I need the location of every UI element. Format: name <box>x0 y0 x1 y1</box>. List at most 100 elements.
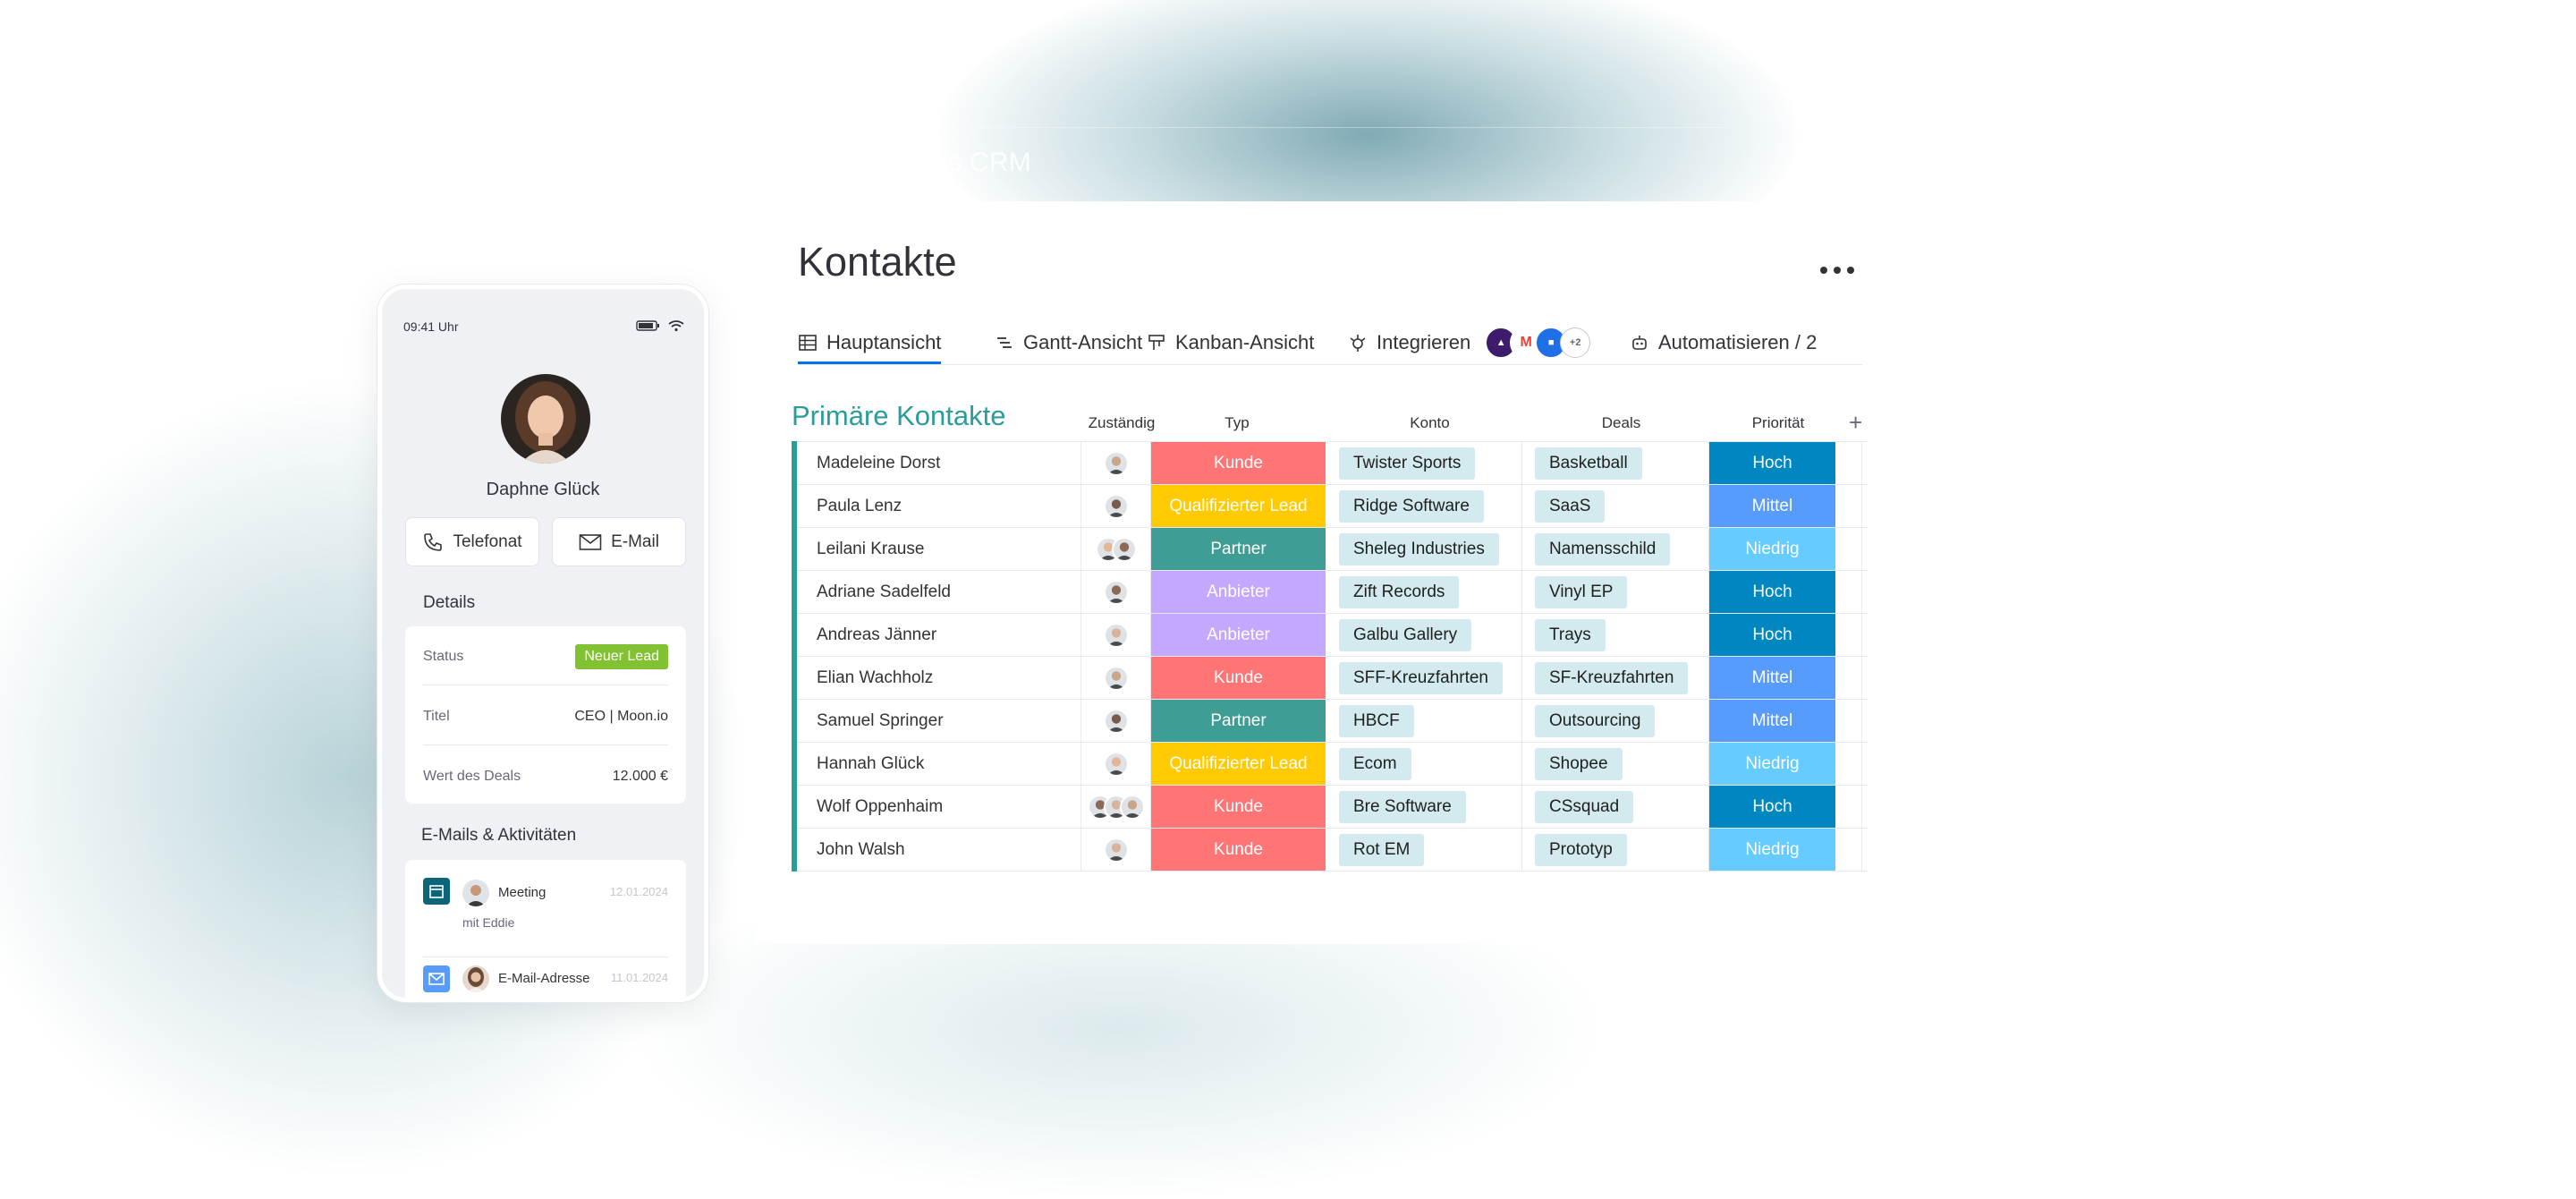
account-cell[interactable]: Zift Records <box>1326 571 1522 613</box>
deal-tag[interactable]: CSsquad <box>1535 790 1634 823</box>
deal-cell[interactable]: Vinyl EP <box>1522 571 1709 613</box>
contact-name-cell[interactable]: Paula Lenz <box>797 485 1081 527</box>
contact-name-cell[interactable]: Hannah Glück <box>797 743 1081 785</box>
tab-automatisieren[interactable]: Automatisieren / 2 <box>1630 325 1817 361</box>
account-tag[interactable]: Ridge Software <box>1339 489 1484 523</box>
contact-name-cell[interactable]: Samuel Springer <box>797 700 1081 742</box>
owner-cell[interactable] <box>1081 829 1151 871</box>
type-status-cell[interactable]: Partner <box>1151 700 1326 742</box>
tab-integrieren[interactable]: Integrieren ▲ M ■ +2 <box>1348 325 1591 361</box>
deal-cell[interactable]: Shopee <box>1522 743 1709 785</box>
deal-tag[interactable]: Outsourcing <box>1535 704 1656 737</box>
more-horizontal-icon[interactable] <box>1820 264 1860 276</box>
table-row[interactable]: Madeleine Dorst Kunde Twister Sports Basket… <box>797 441 1868 485</box>
deal-tag[interactable]: SaaS <box>1535 489 1606 523</box>
table-row[interactable]: Wolf Oppenhaim Kunde Bre Software CSsquad Ho… <box>797 786 1868 829</box>
account-tag[interactable]: Zift Records <box>1339 575 1460 608</box>
contact-name-cell[interactable]: Elian Wachholz <box>797 657 1081 699</box>
priority-status-cell[interactable]: Hoch <box>1709 614 1836 656</box>
account-tag[interactable]: SFF-Kreuzfahrten <box>1339 661 1503 694</box>
owner-cell[interactable] <box>1081 485 1151 527</box>
tab-kanban[interactable]: Kanban-Ansicht <box>1147 325 1314 361</box>
type-status-cell[interactable]: Kunde <box>1151 829 1326 871</box>
account-cell[interactable]: Rot EM <box>1326 829 1522 871</box>
deal-cell[interactable]: Basketball <box>1522 442 1709 484</box>
table-row[interactable]: Paula Lenz Qualifizierter Lead Ridge Softw… <box>797 485 1868 528</box>
contact-name-cell[interactable]: Leilani Krause <box>797 528 1081 570</box>
account-cell[interactable]: Ecom <box>1326 743 1522 785</box>
priority-status-cell[interactable]: Hoch <box>1709 571 1836 613</box>
owner-cell[interactable] <box>1081 528 1151 570</box>
status-badge[interactable]: Neuer Lead <box>575 644 668 669</box>
account-cell[interactable]: Ridge Software <box>1326 485 1522 527</box>
tab-gantt[interactable]: Gantt-Ansicht <box>995 325 1142 361</box>
contact-name-cell[interactable]: Andreas Jänner <box>797 614 1081 656</box>
account-tag[interactable]: Ecom <box>1339 747 1411 780</box>
type-status-cell[interactable]: Partner <box>1151 528 1326 570</box>
table-row[interactable]: Hannah Glück Qualifizierter Lead Ecom Shope… <box>797 743 1868 786</box>
deal-cell[interactable]: Prototyp <box>1522 829 1709 871</box>
owner-cell[interactable] <box>1081 786 1151 828</box>
account-cell[interactable]: Bre Software <box>1326 786 1522 828</box>
deal-tag[interactable]: Vinyl EP <box>1535 575 1628 608</box>
table-row[interactable]: Adriane Sadelfeld Anbieter Zift Records Vin… <box>797 571 1868 614</box>
priority-status-cell[interactable]: Niedrig <box>1709 528 1836 570</box>
priority-status-cell[interactable]: Hoch <box>1709 442 1836 484</box>
deal-tag[interactable]: SF-Kreuzfahrten <box>1535 661 1689 694</box>
activity-item[interactable]: Meeting 12.01.2024 mit Eddie <box>423 878 668 949</box>
account-cell[interactable]: SFF-Kreuzfahrten <box>1326 657 1522 699</box>
deal-cell[interactable]: Trays <box>1522 614 1709 656</box>
email-button[interactable]: E-Mail <box>552 517 686 566</box>
priority-status-cell[interactable]: Niedrig <box>1709 829 1836 871</box>
call-button[interactable]: Telefonat <box>405 517 539 566</box>
deal-cell[interactable]: SF-Kreuzfahrten <box>1522 657 1709 699</box>
type-status-cell[interactable]: Kunde <box>1151 786 1326 828</box>
priority-status-cell[interactable]: Mittel <box>1709 485 1836 527</box>
deal-tag[interactable]: Namensschild <box>1535 532 1671 565</box>
table-row[interactable]: Andreas Jänner Anbieter Galbu Gallery Trays… <box>797 614 1868 657</box>
priority-status-cell[interactable]: Mittel <box>1709 700 1836 742</box>
account-cell[interactable]: Twister Sports <box>1326 442 1522 484</box>
activity-item[interactable]: E-Mail-Adresse 11.01.2024 <box>423 965 668 998</box>
account-tag[interactable]: Rot EM <box>1339 833 1425 866</box>
type-status-cell[interactable]: Kunde <box>1151 442 1326 484</box>
type-status-cell[interactable]: Qualifizierter Lead <box>1151 743 1326 785</box>
account-cell[interactable]: Galbu Gallery <box>1326 614 1522 656</box>
type-status-cell[interactable]: Anbieter <box>1151 614 1326 656</box>
tab-hauptansicht[interactable]: Hauptansicht <box>798 325 942 364</box>
account-tag[interactable]: Sheleg Industries <box>1339 532 1499 565</box>
account-tag[interactable]: Galbu Gallery <box>1339 618 1472 651</box>
deal-tag[interactable]: Basketball <box>1535 446 1642 480</box>
deal-cell[interactable]: Namensschild <box>1522 528 1709 570</box>
deal-tag[interactable]: Prototyp <box>1535 833 1627 866</box>
contact-name-cell[interactable]: Adriane Sadelfeld <box>797 571 1081 613</box>
deal-cell[interactable]: CSsquad <box>1522 786 1709 828</box>
owner-cell[interactable] <box>1081 571 1151 613</box>
deal-cell[interactable]: SaaS <box>1522 485 1709 527</box>
priority-status-cell[interactable]: Niedrig <box>1709 743 1836 785</box>
account-cell[interactable]: HBCF <box>1326 700 1522 742</box>
account-tag[interactable]: Bre Software <box>1339 790 1466 823</box>
type-status-cell[interactable]: Qualifizierter Lead <box>1151 485 1326 527</box>
account-tag[interactable]: HBCF <box>1339 704 1414 737</box>
contact-name-cell[interactable]: Madeleine Dorst <box>797 442 1081 484</box>
account-tag[interactable]: Twister Sports <box>1339 446 1476 480</box>
contact-name-cell[interactable]: John Walsh <box>797 829 1081 871</box>
deal-tag[interactable]: Shopee <box>1535 747 1623 780</box>
table-row[interactable]: Samuel Springer Partner HBCF Outsourcing Mit… <box>797 700 1868 743</box>
table-row[interactable]: John Walsh Kunde Rot EM Prototyp Niedrig <box>797 829 1868 872</box>
owner-cell[interactable] <box>1081 442 1151 484</box>
owner-cell[interactable] <box>1081 657 1151 699</box>
deal-cell[interactable]: Outsourcing <box>1522 700 1709 742</box>
priority-status-cell[interactable]: Hoch <box>1709 786 1836 828</box>
owner-cell[interactable] <box>1081 700 1151 742</box>
type-status-cell[interactable]: Anbieter <box>1151 571 1326 613</box>
contact-name-cell[interactable]: Wolf Oppenhaim <box>797 786 1081 828</box>
table-row[interactable]: Elian Wachholz Kunde SFF-Kreuzfahrten SF-Kr… <box>797 657 1868 700</box>
add-column-button[interactable]: + <box>1849 409 1862 437</box>
table-row[interactable]: Leilani Krause Partner Sheleg Industries Na… <box>797 528 1868 571</box>
priority-status-cell[interactable]: Mittel <box>1709 657 1836 699</box>
owner-cell[interactable] <box>1081 614 1151 656</box>
deal-tag[interactable]: Trays <box>1535 618 1606 651</box>
type-status-cell[interactable]: Kunde <box>1151 657 1326 699</box>
